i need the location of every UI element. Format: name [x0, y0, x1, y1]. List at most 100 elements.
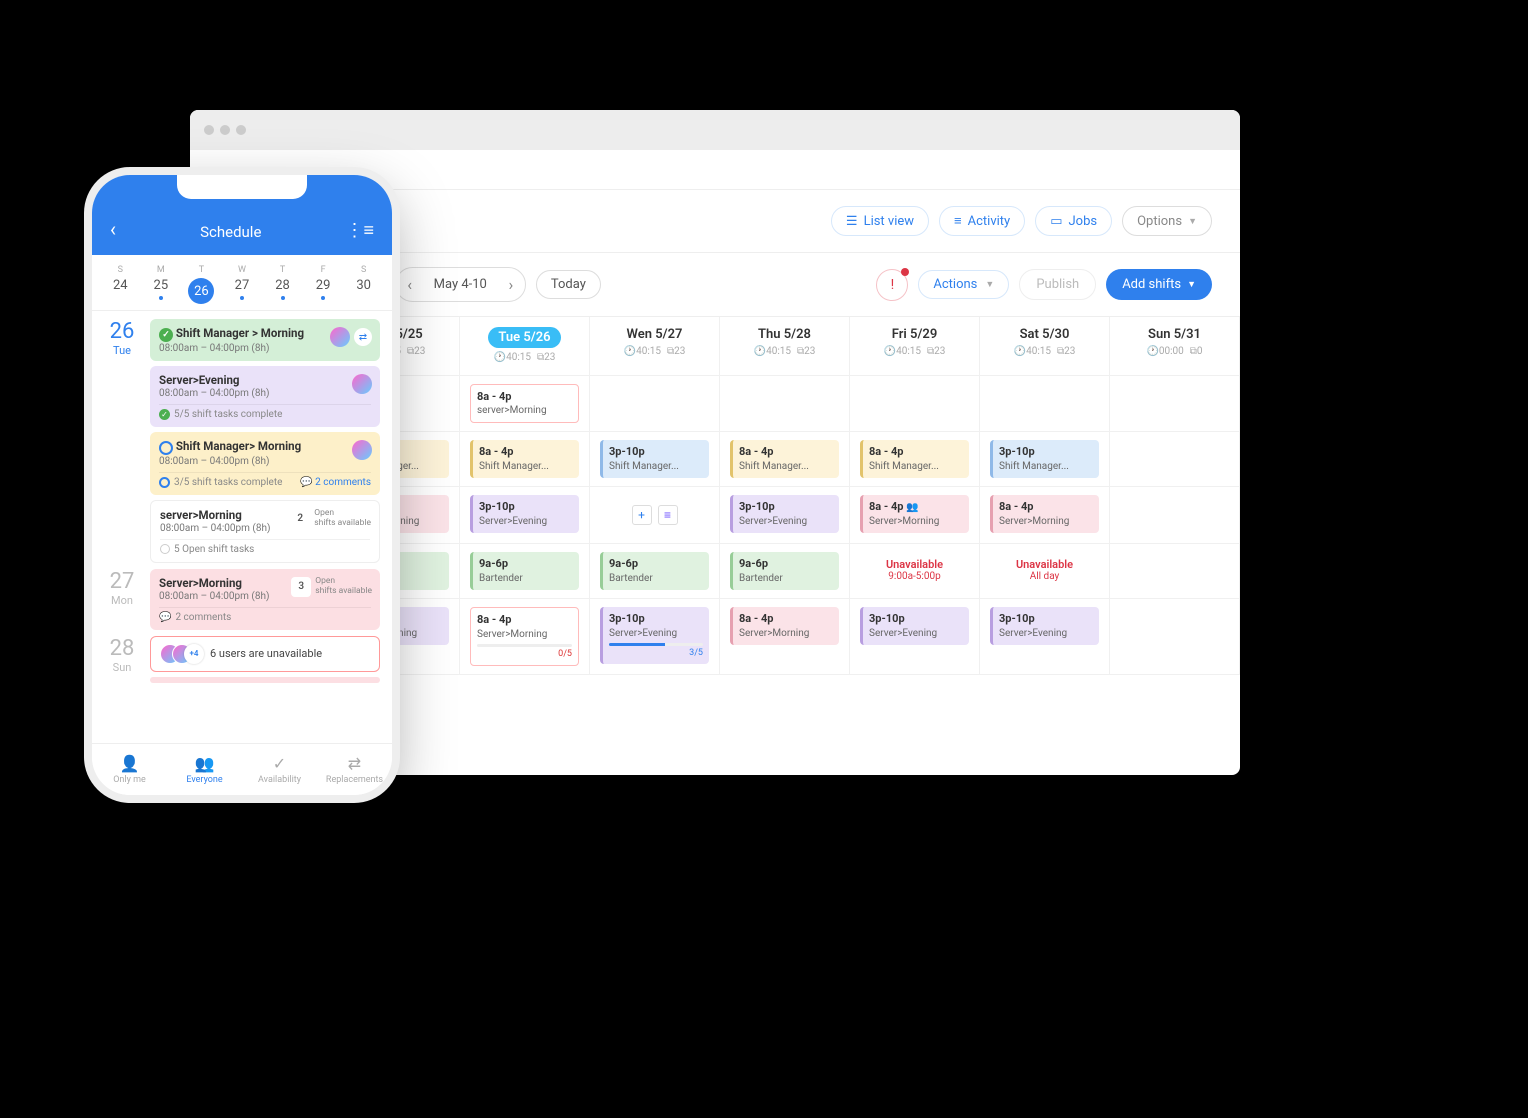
shift-cell[interactable]: 8a - 4pShift Manager... — [460, 432, 590, 487]
swap-icon[interactable]: ⇄ — [354, 328, 372, 346]
shift-cell[interactable]: 9a-6pBartender — [460, 544, 590, 599]
shift-cell[interactable]: 3p-10pShift Manager... — [590, 432, 720, 487]
plus-icon[interactable]: + — [632, 505, 652, 525]
shift-card[interactable]: ○ Shift Manager> Morning 08:00am – 04:00… — [150, 432, 380, 495]
tab-availability[interactable]: ✓Availability — [242, 744, 317, 795]
tab-icon: 👤 — [120, 754, 140, 773]
date-block: 26Tue ⇄ ✓ Shift Manager > Morning 08:00a… — [104, 319, 380, 563]
phone-title: Schedule — [200, 223, 261, 241]
date-label: 28Sun — [104, 636, 140, 683]
actions-button[interactable]: Actions▼ — [918, 270, 1009, 299]
count-badge: 3 — [291, 577, 311, 597]
empty-cell[interactable] — [720, 376, 850, 432]
shift-cell[interactable]: 8a - 4pShift Manager... — [850, 432, 980, 487]
shift-cell[interactable]: 3p-10pServer>Evening3/5 — [590, 599, 720, 675]
copy-icon: ⧉0 — [1190, 346, 1203, 357]
list-icon: ☰ — [846, 214, 858, 229]
day-picker-item[interactable]: W27 — [224, 265, 260, 304]
list-view-button[interactable]: ☰List view — [831, 206, 929, 236]
activity-button[interactable]: ≡Activity — [939, 206, 1025, 236]
date-block: 28Sun +4 6 users are unavailable — [104, 636, 380, 683]
avatar — [352, 440, 372, 460]
empty-cell[interactable] — [1110, 544, 1240, 599]
circle-icon — [160, 544, 170, 554]
copy-icon: ⧉23 — [927, 346, 945, 357]
shift-cell[interactable]: 9a-6pBartender — [590, 544, 720, 599]
menu-icon[interactable]: ≡ — [658, 505, 678, 525]
empty-cell[interactable] — [1110, 599, 1240, 675]
day-picker-item[interactable]: T26 — [183, 265, 219, 304]
shift-cell[interactable]: 3p-10pServer>Evening — [980, 599, 1110, 675]
shift-cell[interactable]: 9a-6pBartender — [720, 544, 850, 599]
tab-only-me[interactable]: 👤Only me — [92, 744, 167, 795]
date-label: 26Tue — [104, 319, 140, 563]
shift-cell[interactable]: 3p-10pServer>Evening — [460, 487, 590, 544]
comment-icon: 💬 — [159, 612, 171, 623]
publish-button[interactable]: Publish — [1019, 269, 1096, 300]
day-picker-item[interactable]: S24 — [102, 265, 138, 304]
shift-cell[interactable]: 3p-10pShift Manager... — [980, 432, 1110, 487]
shift-cell[interactable]: 3p-10pServer>Evening — [720, 487, 850, 544]
clock-icon: 🕐40:15 — [1014, 346, 1051, 357]
empty-cell[interactable] — [850, 376, 980, 432]
unavailable-text: 6 users are unavailable — [210, 647, 322, 660]
shift-cell[interactable]: 8a - 4pServer>Morning — [720, 599, 850, 675]
jobs-button[interactable]: ▭Jobs — [1035, 206, 1112, 236]
shift-card[interactable] — [150, 677, 380, 683]
clock-icon: 🕐40:15 — [884, 346, 921, 357]
unavailable-cell: UnavailableAll day — [980, 544, 1110, 599]
next-button[interactable]: › — [497, 268, 525, 301]
copy-icon: ⧉23 — [407, 346, 425, 357]
prev-button[interactable]: ‹ — [396, 268, 424, 301]
avatar — [330, 327, 350, 347]
day-header[interactable]: Thu 5/28 🕐40:15⧉23 — [720, 317, 850, 376]
add-shift-cell[interactable]: +≡ — [590, 487, 720, 544]
today-button[interactable]: Today — [536, 270, 601, 299]
menu-icon[interactable]: ⋮≡ — [345, 220, 374, 241]
empty-cell[interactable] — [590, 376, 720, 432]
day-picker-item[interactable]: M25 — [143, 265, 179, 304]
shift-card[interactable]: 3Openshifts available Server>Morning 08:… — [150, 569, 380, 630]
comments-link[interactable]: 💬 2 comments — [300, 477, 371, 488]
day-header[interactable]: Sun 5/31 🕐00:00⧉0 — [1110, 317, 1240, 376]
alert-button[interactable]: ! — [876, 269, 908, 301]
clock-icon: 🕐40:15 — [624, 346, 661, 357]
empty-cell[interactable] — [1110, 432, 1240, 487]
shift-cell[interactable]: 3p-10pServer>Evening — [850, 599, 980, 675]
shift-cell[interactable]: 8a - 4pServer>Morning — [980, 487, 1110, 544]
day-header[interactable]: Wen 5/27 🕐40:15⧉23 — [590, 317, 720, 376]
shift-card[interactable]: ⇄ ✓ Shift Manager > Morning 08:00am – 04… — [150, 319, 380, 361]
day-header[interactable]: Sat 5/30 🕐40:15⧉23 — [980, 317, 1110, 376]
day-picker-item[interactable]: F29 — [305, 265, 341, 304]
browser-titlebar — [190, 110, 1240, 150]
empty-cell[interactable] — [1110, 376, 1240, 432]
date-navigator: ‹ May 4-10 › — [395, 267, 526, 302]
phone-body: 26Tue ⇄ ✓ Shift Manager > Morning 08:00a… — [92, 311, 392, 741]
shift-cell[interactable]: 8a - 4p 👥Server>Morning — [850, 487, 980, 544]
traffic-light[interactable] — [236, 125, 246, 135]
notification-dot — [901, 268, 909, 276]
add-shifts-button[interactable]: Add shifts▼ — [1106, 269, 1212, 300]
tab-replacements[interactable]: ⇄Replacements — [317, 744, 392, 795]
shift-cell[interactable]: 8a - 4pServer>Morning0/5 — [460, 599, 590, 675]
shift-card[interactable]: Server>Evening 08:00am – 04:00pm (8h) ✓ … — [150, 366, 380, 427]
options-button[interactable]: Options▼ — [1122, 206, 1212, 236]
shift-card[interactable]: 2Openshifts available server>Morning 08:… — [150, 500, 380, 563]
empty-cell[interactable] — [980, 376, 1110, 432]
date-label: 27Mon — [104, 569, 140, 630]
tab-everyone[interactable]: 👥Everyone — [167, 744, 242, 795]
unavailable-card[interactable]: +4 6 users are unavailable — [150, 636, 380, 672]
progress-ring-icon: ○ — [159, 441, 173, 455]
traffic-light[interactable] — [204, 125, 214, 135]
back-button[interactable]: ‹ — [110, 217, 116, 241]
day-header[interactable]: Tue 5/26 🕐40:15⧉23 — [460, 317, 590, 376]
day-header[interactable]: Fri 5/29 🕐40:15⧉23 — [850, 317, 980, 376]
day-picker-item[interactable]: S30 — [346, 265, 382, 304]
traffic-light[interactable] — [220, 125, 230, 135]
shift-cell[interactable]: 8a - 4pShift Manager... — [720, 432, 850, 487]
open-shift-cell[interactable]: 8a - 4pserver>Morning — [460, 376, 590, 432]
day-picker-item[interactable]: T28 — [265, 265, 301, 304]
empty-cell[interactable] — [1110, 487, 1240, 544]
progress-ring-icon — [159, 477, 170, 488]
avatar — [352, 374, 372, 394]
